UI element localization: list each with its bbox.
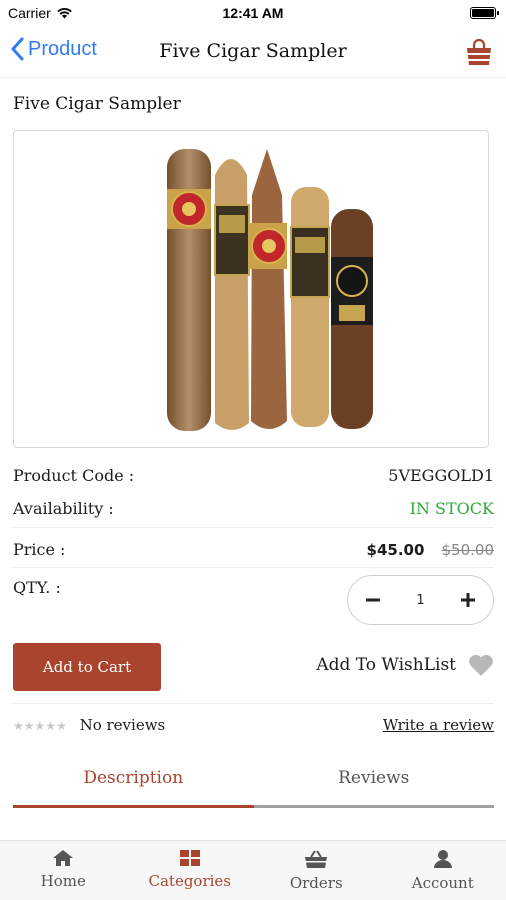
heart-icon <box>469 654 493 676</box>
tab-bar-categories-label: Categories <box>148 872 232 890</box>
divider <box>13 567 494 568</box>
user-icon <box>433 850 452 868</box>
add-to-wishlist-button[interactable]: Add To WishList <box>316 653 494 677</box>
quantity-stepper: 1 <box>347 575 494 625</box>
product-code-label: Product Code : <box>13 465 135 485</box>
tab-bar-account[interactable]: Account <box>380 841 506 900</box>
battery-icon <box>470 7 499 19</box>
tab-bar-categories[interactable]: Categories <box>127 841 254 900</box>
status-time: 12:41 AM <box>222 5 284 21</box>
bottom-tab-bar: Home Categories Orders Account <box>0 840 506 900</box>
availability-row: Availability : IN STOCK <box>13 495 494 521</box>
product-code-value: 5VEGGOLD1 <box>388 465 494 485</box>
cigars-image <box>167 149 373 431</box>
product-title: Five Cigar Sampler <box>13 94 181 114</box>
tab-bar-home[interactable]: Home <box>0 841 127 900</box>
divider <box>13 527 494 528</box>
tab-reviews[interactable]: Reviews <box>253 760 494 808</box>
product-image <box>13 130 489 448</box>
availability-label: Availability : <box>13 498 114 518</box>
write-review-link[interactable]: Write a review <box>383 716 494 734</box>
nav-title: Five Cigar Sampler <box>159 40 347 62</box>
availability-value: IN STOCK <box>409 498 494 518</box>
plus-icon[interactable] <box>455 587 481 613</box>
tab-bar-home-label: Home <box>40 872 86 890</box>
price-current: $45.00 <box>366 540 425 559</box>
price-row: Price : $45.00 $50.00 <box>13 536 494 562</box>
home-icon <box>53 850 74 866</box>
qty-label: QTY. : <box>13 578 61 597</box>
shopping-bag-icon[interactable] <box>464 37 494 67</box>
price-values: $45.00 $50.00 <box>367 540 494 559</box>
wishlist-label: Add To WishList <box>316 655 456 675</box>
review-summary-row: ★★★★★ No reviews Write a review <box>13 716 494 734</box>
add-to-cart-button[interactable]: Add to Cart <box>13 643 161 691</box>
star-rating-icon: ★★★★★ <box>13 719 67 733</box>
tab-description[interactable]: Description <box>13 760 254 808</box>
status-bar: Carrier 12:41 AM <box>0 0 506 28</box>
tab-bar-account-label: Account <box>411 874 474 892</box>
navigation-bar: Product Five Cigar Sampler <box>0 28 506 78</box>
product-code-row: Product Code : 5VEGGOLD1 <box>13 462 494 488</box>
price-old: $50.00 <box>441 540 495 559</box>
tab-bar-orders[interactable]: Orders <box>253 841 380 900</box>
basket-icon <box>305 850 328 868</box>
review-summary: ★★★★★ No reviews <box>13 716 165 734</box>
grid-icon <box>179 850 200 866</box>
price-label: Price : <box>13 539 66 559</box>
quantity-value[interactable]: 1 <box>416 593 424 608</box>
divider <box>13 703 494 704</box>
minus-icon[interactable] <box>360 587 386 613</box>
no-reviews-label: No reviews <box>79 716 166 734</box>
detail-tabs: Description Reviews <box>13 760 494 808</box>
tab-bar-orders-label: Orders <box>289 874 343 892</box>
